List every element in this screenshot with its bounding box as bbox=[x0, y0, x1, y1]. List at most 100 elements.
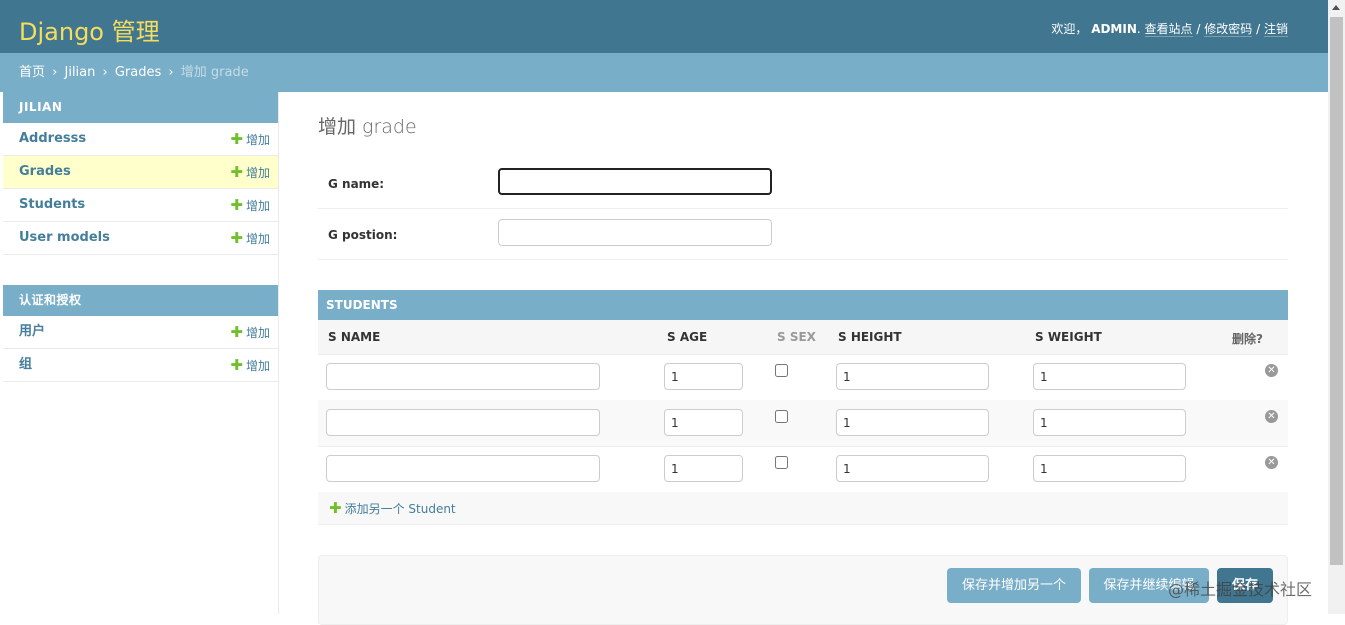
add-another-label: 添加另一个 Student bbox=[344, 502, 456, 516]
table-row: ✕ bbox=[318, 400, 1288, 447]
breadcrumb-home[interactable]: 首页 bbox=[19, 65, 45, 80]
add-link[interactable]: ✚ 增加 bbox=[230, 316, 270, 349]
col-delete: 删除? bbox=[1232, 332, 1263, 346]
scroll-up-arrow-icon[interactable] bbox=[1332, 5, 1340, 10]
add-label: 增加 bbox=[245, 232, 270, 246]
add-link[interactable]: ✚ 增加 bbox=[230, 222, 270, 255]
welcome-text: 欢迎， bbox=[1051, 22, 1088, 36]
add-link[interactable]: ✚ 增加 bbox=[230, 189, 270, 222]
g-name-label: G name: bbox=[328, 177, 385, 191]
site-header: Django 管理 欢迎， ADMIN. 查看站点 / 修改密码 / 注销 bbox=[0, 0, 1328, 53]
col-s-sex: S SEX bbox=[777, 330, 816, 344]
add-label: 增加 bbox=[245, 166, 270, 180]
add-label: 增加 bbox=[245, 326, 270, 340]
plus-icon: ✚ bbox=[230, 229, 243, 247]
view-site-link[interactable]: 查看站点 bbox=[1144, 22, 1193, 37]
form-row-g-postion: G postion: bbox=[318, 208, 1288, 260]
s-sex-checkbox[interactable] bbox=[775, 456, 788, 469]
model-link[interactable]: 用户 bbox=[19, 324, 45, 339]
add-label: 增加 bbox=[245, 359, 270, 373]
add-link[interactable]: ✚ 增加 bbox=[230, 123, 270, 156]
username-suffix: . bbox=[1136, 22, 1141, 36]
scrollbar-thumb[interactable] bbox=[1330, 17, 1343, 565]
model-link[interactable]: Grades bbox=[19, 164, 71, 179]
add-link[interactable]: ✚ 增加 bbox=[230, 349, 270, 382]
g-name-input[interactable] bbox=[498, 168, 772, 195]
sidebar-item-user-models: User models ✚ 增加 bbox=[3, 222, 278, 255]
sidebar-item-students: Students ✚ 增加 bbox=[3, 189, 278, 222]
save-add-another-button[interactable]: 保存并增加另一个 bbox=[947, 568, 1081, 603]
table-row: ✕ bbox=[318, 354, 1288, 401]
breadcrumb: 首页 › Jilian › Grades › 增加 grade bbox=[0, 53, 1328, 92]
sidebar-item-grades: Grades ✚ 增加 bbox=[3, 156, 278, 189]
s-name-input[interactable] bbox=[326, 363, 600, 390]
inline-header: S NAME S AGE S SEX S HEIGHT S WEIGHT 删除? bbox=[318, 320, 1288, 355]
s-age-input[interactable] bbox=[664, 409, 743, 436]
col-s-weight: S WEIGHT bbox=[1035, 330, 1102, 344]
s-age-input[interactable] bbox=[664, 363, 743, 390]
breadcrumb-sep: › bbox=[52, 65, 58, 80]
site-brand[interactable]: Django 管理 bbox=[19, 12, 160, 47]
form-row-g-name: G name: bbox=[318, 156, 1288, 209]
plus-icon: ✚ bbox=[230, 196, 243, 214]
delete-row-icon[interactable]: ✕ bbox=[1265, 456, 1278, 469]
user-tools-sep: / bbox=[1256, 22, 1261, 36]
watermark: @稀土掘金技术社区 bbox=[1168, 580, 1313, 599]
user-tools-sep: / bbox=[1196, 22, 1201, 36]
model-link[interactable]: Students bbox=[19, 197, 85, 212]
module-caption[interactable]: JILIAN bbox=[3, 92, 278, 123]
s-height-input[interactable] bbox=[836, 455, 989, 482]
col-s-name: S NAME bbox=[328, 330, 381, 344]
col-s-age: S AGE bbox=[667, 330, 708, 344]
module-jilian: JILIAN Addresss ✚ 增加 Grades ✚ 增加 Students … bbox=[3, 92, 278, 255]
sidebar-item-addresss: Addresss ✚ 增加 bbox=[3, 123, 278, 156]
s-sex-checkbox[interactable] bbox=[775, 364, 788, 377]
s-sex-checkbox[interactable] bbox=[775, 410, 788, 423]
add-label: 增加 bbox=[245, 133, 270, 147]
s-name-input[interactable] bbox=[326, 409, 600, 436]
delete-row-icon[interactable]: ✕ bbox=[1265, 364, 1278, 377]
plus-icon: ✚ bbox=[230, 323, 243, 341]
sidebar-item-groups: 组 ✚ 增加 bbox=[3, 349, 278, 382]
model-link[interactable]: Addresss bbox=[19, 131, 86, 146]
col-s-height: S HEIGHT bbox=[838, 330, 902, 344]
breadcrumb-current: 增加 grade bbox=[180, 65, 249, 80]
module-caption[interactable]: 认证和授权 bbox=[3, 285, 278, 316]
s-weight-input[interactable] bbox=[1033, 455, 1186, 482]
delete-row-icon[interactable]: ✕ bbox=[1265, 410, 1278, 423]
s-weight-input[interactable] bbox=[1033, 363, 1186, 390]
plus-icon: ✚ bbox=[230, 163, 243, 181]
model-link[interactable]: User models bbox=[19, 230, 110, 245]
page-title: 增加 grade bbox=[318, 116, 417, 138]
add-another-row: ✚ 添加另一个 Student bbox=[318, 492, 1288, 525]
page-scrollbar[interactable] bbox=[1328, 0, 1345, 614]
s-weight-input[interactable] bbox=[1033, 409, 1186, 436]
sidebar-item-users: 用户 ✚ 增加 bbox=[3, 316, 278, 349]
add-another-student-link[interactable]: ✚ 添加另一个 Student bbox=[329, 499, 456, 517]
change-password-link[interactable]: 修改密码 bbox=[1204, 22, 1253, 37]
add-link[interactable]: ✚ 增加 bbox=[230, 156, 270, 189]
s-age-input[interactable] bbox=[664, 455, 743, 482]
sidebar: JILIAN Addresss ✚ 增加 Grades ✚ 增加 Students … bbox=[3, 92, 279, 614]
inline-caption: STUDENTS bbox=[318, 290, 1288, 320]
s-height-input[interactable] bbox=[836, 409, 989, 436]
plus-icon: ✚ bbox=[230, 356, 243, 374]
user-tools: 欢迎， ADMIN. 查看站点 / 修改密码 / 注销 bbox=[1051, 20, 1288, 37]
g-postion-label: G postion: bbox=[328, 228, 398, 242]
plus-icon: ✚ bbox=[329, 499, 342, 517]
breadcrumb-model[interactable]: Grades bbox=[115, 65, 161, 80]
add-label: 增加 bbox=[245, 199, 270, 213]
g-postion-input[interactable] bbox=[498, 219, 772, 246]
logout-link[interactable]: 注销 bbox=[1263, 22, 1288, 37]
s-name-input[interactable] bbox=[326, 455, 600, 482]
table-row: ✕ bbox=[318, 446, 1288, 493]
model-link[interactable]: 组 bbox=[19, 357, 32, 372]
breadcrumb-sep: › bbox=[168, 65, 174, 80]
module-auth: 认证和授权 用户 ✚ 增加 组 ✚ 增加 bbox=[3, 285, 278, 382]
username: ADMIN bbox=[1091, 22, 1137, 36]
breadcrumb-app[interactable]: Jilian bbox=[65, 65, 96, 80]
breadcrumb-sep: › bbox=[102, 65, 108, 80]
submit-row: 保存并增加另一个 保存并继续编辑 保存 bbox=[318, 555, 1288, 625]
s-height-input[interactable] bbox=[836, 363, 989, 390]
plus-icon: ✚ bbox=[230, 130, 243, 148]
